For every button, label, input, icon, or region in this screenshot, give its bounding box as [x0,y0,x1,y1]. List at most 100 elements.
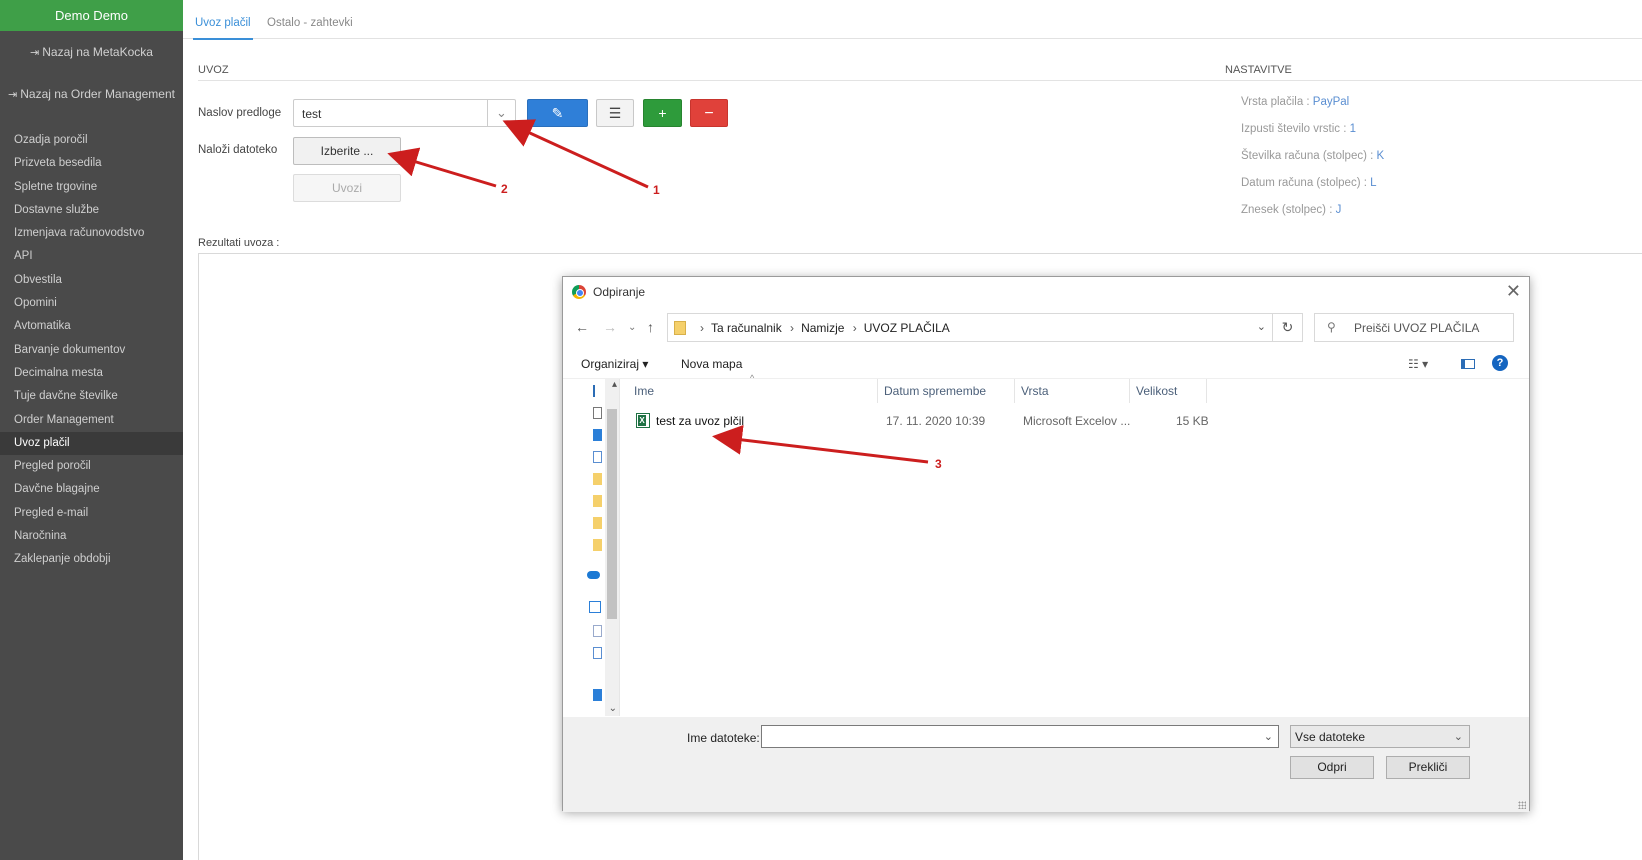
column-size[interactable]: Velikost [1130,379,1207,403]
close-icon[interactable]: ✕ [1506,281,1521,302]
help-icon[interactable]: ? [1492,355,1508,371]
chevron-down-icon[interactable]: ⌄ [628,322,636,333]
sidebar-item[interactable]: Obvestila [0,269,183,292]
sidebar-item[interactable]: Avtomatika [0,315,183,338]
folder-icon [674,321,686,335]
filetype-select[interactable]: Vse datoteke ⌄ [1290,725,1470,748]
caret-down-icon: ▾ [642,357,649,371]
sidebar-item[interactable]: API [0,245,183,268]
organize-button[interactable]: Organiziraj ▾ [581,357,648,371]
annotation-number: 1 [653,183,660,197]
forward-arrow-icon[interactable]: → [603,319,617,335]
plus-icon: + [658,105,667,121]
search-input[interactable]: ⚲ Preišči UVOZ PLAČILA [1314,313,1514,342]
sidebar-item[interactable]: Spletne trgovine [0,176,183,199]
template-title-label: Naslov predloge [198,107,282,119]
sidebar-item[interactable]: Ozadja poročil [0,129,183,152]
breadcrumb-item[interactable]: Namizje [801,321,844,335]
breadcrumb-item[interactable]: UVOZ PLAČILA [864,321,950,335]
chrome-icon [572,285,586,299]
sidebar-item[interactable]: Tuje davčne številke [0,385,183,408]
setting-item: Izpusti število vrstic : 1 [1241,123,1384,150]
file-list-header: ^ Ime Datum spremembe Vrsta Velikost [620,373,1529,405]
sidebar-item[interactable]: Davčne blagajne [0,478,183,501]
tab-bar: Uvoz plačil Ostalo - zahtevki [183,0,1642,40]
open-button[interactable]: Odpri [1290,756,1374,779]
remove-template-button[interactable]: − [690,99,728,127]
view-options-button[interactable]: ☷ ▾ [1408,357,1428,371]
search-placeholder: Preišči UVOZ PLAČILA [1354,321,1480,335]
refresh-button[interactable]: ↻ [1273,313,1303,342]
resize-grip[interactable] [1518,801,1526,809]
choose-file-button[interactable]: Izberite ... [293,137,401,165]
scrollbar-thumb[interactable] [607,409,617,619]
sidebar-item[interactable]: Izmenjava računovodstvo [0,222,183,245]
tab-ostalo-zahtevki[interactable]: Ostalo - zahtevki [267,17,353,29]
back-to-metakocka-link[interactable]: ⇥ Nazaj na MetaKocka [0,45,183,59]
preview-pane-icon[interactable] [1461,359,1475,369]
list-templates-button[interactable]: ☰ [596,99,634,127]
breadcrumb: › Ta računalnik › Namizje › UVOZ PLAČILA [695,321,950,335]
import-results-label: Rezultati uvoza : [198,237,280,249]
exit-icon: ⇥ [30,47,40,59]
dialog-footer: Ime datoteke: ⌄ Vse datoteke ⌄ Odpri Pre… [563,717,1529,812]
chevron-down-icon[interactable]: ⌄ [487,100,515,126]
folder-icon [593,517,602,529]
sidebar-item[interactable]: Opomini [0,292,183,315]
column-date[interactable]: Datum spremembe [878,379,1015,403]
sidebar-item[interactable]: Barvanje dokumentov [0,339,183,362]
template-select-value: test [302,107,322,121]
import-button[interactable]: Uvozi [293,174,401,202]
sidebar-item[interactable]: Prizveta besedila [0,152,183,175]
exit-icon: ⇥ [8,89,18,101]
cancel-button[interactable]: Prekliči [1386,756,1470,779]
column-type[interactable]: Vrsta [1015,379,1130,403]
chevron-down-icon[interactable]: ⌄ [1264,730,1273,743]
up-arrow-icon[interactable]: ↑ [647,319,654,335]
tab-uvoz-placil[interactable]: Uvoz plačil [193,17,253,40]
sidebar-item-active[interactable]: Uvoz plačil [0,431,183,456]
sidebar-item[interactable]: Decimalna mesta [0,362,183,385]
chevron-down-icon[interactable]: ⌄ [1257,320,1266,333]
template-select[interactable]: test ⌄ [293,99,516,127]
sidebar-item[interactable]: Naročnina [0,525,183,548]
scroll-down-icon[interactable]: ⌄ [609,703,617,714]
scrollbar[interactable]: ▴ ⌄ [605,379,619,716]
user-name[interactable]: Demo Demo [0,0,183,31]
setting-label: Znesek (stolpec) : [1241,204,1336,216]
setting-value: L [1370,177,1377,189]
sidebar-item[interactable]: Pregled e-mail [0,502,183,525]
add-template-button[interactable]: + [643,99,682,127]
sidebar-item[interactable]: Pregled poročil [0,455,183,478]
setting-label: Datum računa (stolpec) : [1241,177,1371,189]
sidebar-item[interactable]: Dostavne službe [0,199,183,222]
uvoz-section-title: UVOZ [198,64,229,76]
sidebar-item[interactable]: Zaklepanje obdobji [0,548,183,571]
folder-icon [593,539,602,551]
scroll-up-icon[interactable]: ▴ [612,379,617,390]
new-folder-button[interactable]: Nova mapa [681,357,742,371]
folder-icon [593,473,602,485]
navigation-pane[interactable]: ▴ ⌄ [563,379,620,716]
chevron-right-icon: › [849,321,857,335]
back-to-order-management-link[interactable]: ⇥ Nazaj na Order Management [0,87,183,101]
this-pc-icon [589,601,601,613]
back-arrow-icon[interactable]: ← [575,319,589,335]
document-icon [593,647,602,659]
edit-template-button[interactable]: ✎ [527,99,588,127]
back-to-metakocka-label: Nazaj na MetaKocka [42,45,153,59]
caret-down-icon: ▾ [1422,357,1429,371]
filename-input[interactable]: ⌄ [761,725,1279,748]
setting-item: Datum računa (stolpec) : L [1241,177,1384,204]
column-name[interactable]: Ime [628,379,878,403]
desktop-icon [593,407,602,419]
sidebar: Demo Demo ⇥ Nazaj na MetaKocka ⇥ Nazaj na … [0,0,183,860]
pictures-icon [593,429,602,441]
details-view-icon: ☷ [1408,357,1419,371]
file-row[interactable]: test za uvoz plčil 17. 11. 2020 10:39 Mi… [620,410,1529,432]
breadcrumb-item[interactable]: Ta računalnik [711,321,782,335]
excel-file-icon [636,413,650,428]
address-bar[interactable]: › Ta računalnik › Namizje › UVOZ PLAČILA ⌄ [667,313,1273,342]
sidebar-item[interactable]: Order Management [0,409,183,432]
file-list: ^ Ime Datum spremembe Vrsta Velikost tes… [620,373,1529,716]
